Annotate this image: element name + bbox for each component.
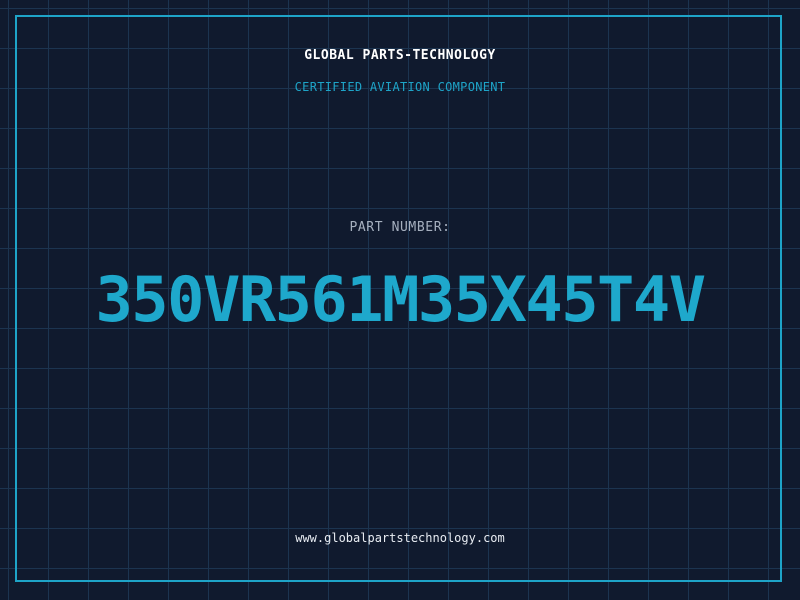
part-number-label: PART NUMBER:	[349, 220, 451, 235]
website-url: www.globalpartstechnology.com	[295, 531, 505, 545]
part-number-value: 350VR561M35X45T4V	[95, 263, 706, 336]
certification-subtitle: CERTIFIED AVIATION COMPONENT	[294, 80, 506, 94]
company-name: GLOBAL PARTS-TECHNOLOGY	[304, 48, 496, 63]
part-label-canvas: GLOBAL PARTS-TECHNOLOGY CERTIFIED AVIATI…	[0, 0, 800, 600]
